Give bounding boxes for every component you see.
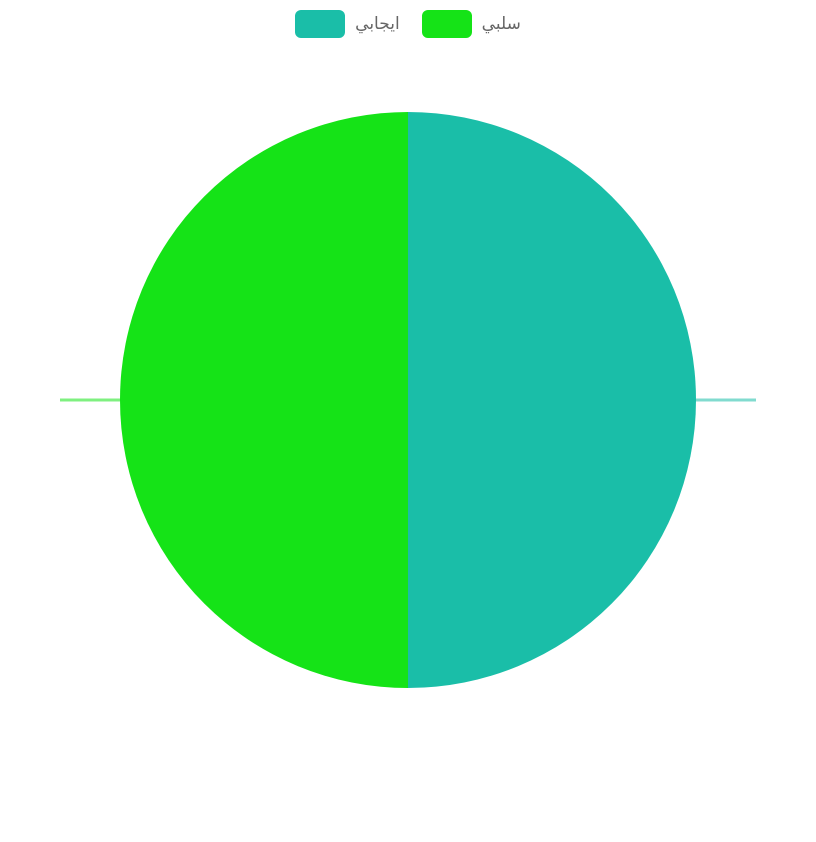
pie-chart [60, 112, 756, 688]
pie-slice-positive[interactable] [408, 112, 696, 688]
pie-slice-negative[interactable] [120, 112, 408, 688]
